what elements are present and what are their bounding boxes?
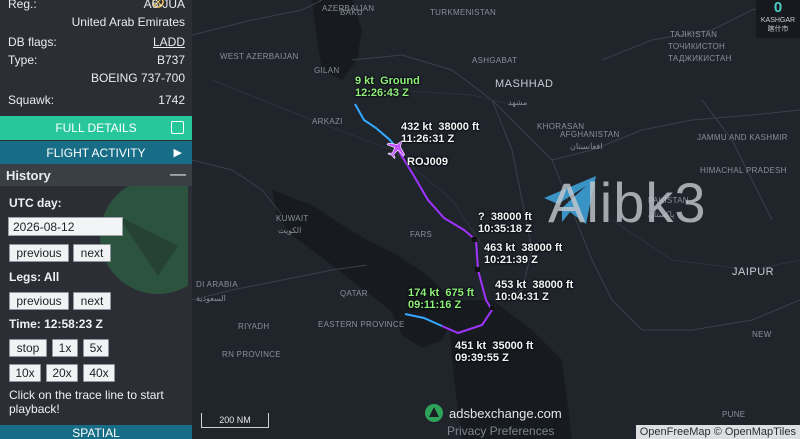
- db-flags-label: DB flags:: [8, 35, 57, 49]
- place-label: RIYADH: [238, 322, 270, 331]
- place-label: DI ARABIA: [196, 280, 238, 289]
- full-details-label: FULL DETAILS: [55, 121, 137, 135]
- utc-day-label: UTC day:: [9, 196, 62, 210]
- full-details-button[interactable]: FULL DETAILS: [0, 116, 192, 140]
- privacy-preferences-link[interactable]: Privacy Preferences: [447, 424, 554, 438]
- squawk-row: Squawk: 1742: [8, 93, 185, 107]
- track-marker[interactable]: [472, 237, 477, 242]
- playback-hint: Click on the trace line to start playbac…: [9, 388, 164, 416]
- place-label: QATAR: [340, 289, 368, 298]
- spatial-button[interactable]: SPATIAL: [0, 425, 192, 439]
- day-previous-button[interactable]: previous: [9, 244, 69, 262]
- place-label: PUNE: [722, 410, 746, 419]
- type-row: Type: B737: [8, 53, 185, 67]
- db-flags-link[interactable]: LADD: [153, 35, 185, 49]
- channel-watermark: Alibk3: [540, 170, 707, 235]
- stop-button[interactable]: stop: [9, 339, 47, 357]
- place-label: FARS: [410, 230, 433, 239]
- track-label[interactable]: 432 kt 38000 ft 11:26:31 Z: [401, 121, 479, 145]
- type-value: B737: [156, 53, 185, 67]
- counter-place: KASHGAR: [760, 17, 796, 24]
- track-segment-arrival[interactable]: [354, 103, 399, 151]
- place-label: ARKAZI: [312, 117, 343, 126]
- speed-20x-button[interactable]: 20x: [46, 364, 78, 382]
- aircraft-counter: 0 KASHGAR 喀什市: [756, 0, 800, 38]
- utc-day-input[interactable]: 2026-08-12: [8, 217, 123, 236]
- place-label: JAIPUR: [732, 266, 775, 278]
- operator-value: United Arab Emirates: [71, 15, 185, 29]
- leg-next-button[interactable]: next: [73, 292, 111, 310]
- reg-row: Reg.: A6-JUA: [8, 0, 185, 11]
- place-label: EASTERN PROVINCE: [318, 320, 405, 329]
- speed-5x-button[interactable]: 5x: [83, 339, 109, 357]
- flight-activity-button[interactable]: FLIGHT ACTIVITY ▶: [0, 141, 192, 164]
- speed-1x-button[interactable]: 1x: [52, 339, 78, 357]
- day-next-button[interactable]: next: [73, 244, 111, 262]
- track-label[interactable]: 453 kt 38000 ft 10:04:31 Z: [495, 279, 573, 303]
- place-label: MASHHAD: [495, 78, 554, 90]
- time-label: Time: 12:58:23 Z: [9, 317, 103, 331]
- track-label[interactable]: 174 kt 675 ft 09:11:16 Z: [408, 287, 474, 311]
- squawk-label: Squawk:: [8, 93, 55, 107]
- place-label: BAKU: [340, 8, 363, 17]
- place-label: ТАДЖИКИСТАН: [668, 54, 732, 63]
- track-label[interactable]: ? 38000 ft 10:35:18 Z: [478, 211, 532, 235]
- operator-row: United Arab Emirates: [8, 15, 185, 29]
- place-label: ТОЧИКИСТОН: [668, 42, 726, 51]
- place-label: KUWAIT: [276, 214, 309, 223]
- place-label: مشهد: [508, 98, 528, 107]
- external-link-icon: [171, 121, 184, 134]
- flight-activity-label: FLIGHT ACTIVITY: [46, 145, 146, 160]
- place-label: KHORASAN: [537, 122, 585, 131]
- chevron-right-icon: ▶: [173, 147, 182, 159]
- place-label: RN PROVINCE: [222, 350, 281, 359]
- adsb-logo-icon: [425, 404, 443, 422]
- watermark-text: Alibk3: [548, 171, 707, 234]
- legs-label: Legs: All: [9, 270, 60, 284]
- squawk-value: 1742: [158, 93, 185, 107]
- db-flags-row: DB flags: LADD: [8, 35, 185, 49]
- aircraft-info-panel: Reg.: A6-JUA United Arab Emirates DB fla…: [0, 0, 192, 439]
- track-marker[interactable]: [490, 306, 494, 310]
- place-label: AFGHANISTAN: [560, 130, 620, 139]
- place-label: السعودية: [196, 294, 226, 303]
- place-label: افغانستان: [570, 142, 603, 151]
- minus-icon[interactable]: —: [170, 166, 186, 184]
- scale-bar: 200 NM: [201, 413, 269, 428]
- map-view[interactable]: AZERBAIJAN BAKU TURKMENISTAN WEST AZERBA…: [192, 0, 800, 439]
- track-label[interactable]: 463 kt 38000 ft 10:21:39 Z: [484, 242, 562, 266]
- history-header[interactable]: History —: [0, 164, 192, 186]
- map-attribution[interactable]: OpenFreeMap © OpenMapTiles: [635, 425, 800, 439]
- reg-value: A6-JUA: [143, 0, 185, 11]
- place-label: JAMMU AND KASHMIR: [697, 133, 788, 142]
- speed-40x-button[interactable]: 40x: [83, 364, 115, 382]
- place-label: WEST AZERBAIJAN: [220, 52, 299, 61]
- type-label: Type:: [8, 53, 38, 67]
- track-label[interactable]: 9 kt Ground 12:26:43 Z: [355, 75, 420, 99]
- brand-text: adsbexchange.com: [449, 405, 562, 421]
- place-label: HIMACHAL PRADESH: [700, 166, 787, 175]
- place-label: ASHGABAT: [472, 56, 518, 65]
- place-label: GILAN: [314, 66, 340, 75]
- reg-label: Reg.:: [8, 0, 37, 11]
- track-marker[interactable]: [475, 267, 480, 272]
- counter-place-local: 喀什市: [767, 26, 789, 33]
- history-title: History: [6, 167, 51, 183]
- model-row: BOEING 737-700: [8, 71, 185, 85]
- track-label[interactable]: 451 kt 35000 ft 09:39:55 Z: [455, 340, 533, 364]
- callsign-label[interactable]: ROJ009: [407, 156, 448, 168]
- adsb-brand[interactable]: adsbexchange.com: [425, 404, 562, 422]
- leg-previous-button[interactable]: previous: [9, 292, 69, 310]
- place-label: TAJIKISTAN: [670, 30, 718, 39]
- model-value: BOEING 737-700: [90, 71, 185, 85]
- place-label: NEW: [752, 330, 772, 339]
- place-label: TURKMENISTAN: [430, 8, 497, 17]
- adsb-logo-watermark-icon: [100, 178, 188, 294]
- place-label: الكويت: [278, 226, 302, 235]
- counter-number: 0: [773, 0, 783, 16]
- speed-10x-button[interactable]: 10x: [9, 364, 41, 382]
